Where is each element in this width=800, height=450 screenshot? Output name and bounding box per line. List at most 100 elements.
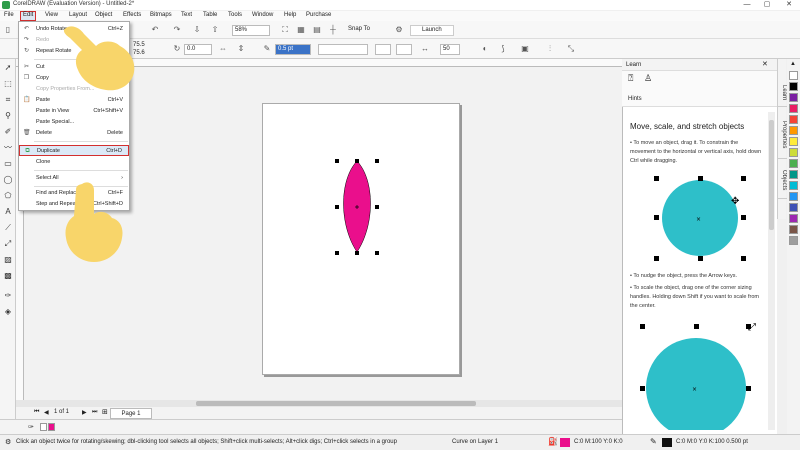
outline-width-field[interactable]: 0.5 pt	[275, 44, 311, 55]
mirror-vertical-icon[interactable]: ⇕	[236, 44, 246, 54]
menu-item-paste-in-view[interactable]: Paste in View Ctrl+Shift+V	[19, 106, 129, 117]
new-document-icon[interactable]: ▯	[3, 25, 13, 35]
menu-effects[interactable]: Effects	[123, 12, 141, 18]
palette-swatch[interactable]	[789, 115, 798, 124]
menu-file[interactable]: File	[4, 12, 14, 18]
start-arrow-select[interactable]	[375, 44, 391, 55]
snap-to-dropdown[interactable]: Snap To	[346, 25, 384, 36]
menu-item-delete[interactable]: 🗑 Delete Delete	[19, 128, 129, 139]
parallel-dimension-icon[interactable]: ⟋	[3, 223, 13, 233]
palette-arrow-up-icon[interactable]: ▲	[790, 61, 796, 67]
next-page-icon[interactable]: ▶	[82, 409, 87, 416]
eyedropper-icon[interactable]: ✑	[3, 291, 13, 301]
settings-gear-icon[interactable]: ⚙	[394, 25, 404, 35]
convert-to-curves-icon[interactable]: ⟆	[498, 44, 508, 54]
zoom-level-select[interactable]: 58%	[232, 25, 270, 36]
palette-swatch[interactable]	[789, 104, 798, 113]
menu-purchase[interactable]: Purchase	[306, 12, 331, 18]
palette-swatch[interactable]	[789, 82, 798, 91]
magenta-swatch[interactable]	[48, 423, 55, 431]
full-screen-icon[interactable]: ⛶	[280, 25, 290, 35]
to-front-icon[interactable]: ▣	[520, 44, 530, 54]
guidelines-icon[interactable]: ┼	[328, 25, 338, 35]
mirror-horizontal-icon[interactable]: ⇔	[218, 44, 228, 54]
menu-text[interactable]: Text	[181, 12, 192, 18]
menu-tools[interactable]: Tools	[228, 12, 242, 18]
export-icon[interactable]: ⇧	[210, 25, 220, 35]
prev-page-icon[interactable]: ◀	[44, 409, 49, 416]
drop-shadow-icon[interactable]: ▨	[3, 255, 13, 265]
close-docker-icon[interactable]: ✕	[762, 60, 768, 68]
menu-item-paste-special[interactable]: Paste Special...	[19, 117, 129, 128]
menu-edit[interactable]: Edit	[20, 11, 37, 21]
tab-learn[interactable]: Learn	[778, 79, 787, 107]
palette-swatch[interactable]	[789, 137, 798, 146]
palette-swatch[interactable]	[789, 203, 798, 212]
learn-person-icon[interactable]: ♙	[644, 73, 652, 84]
shape-tool-icon[interactable]: ⬚	[3, 79, 13, 89]
eyedropper-icon[interactable]: ✑	[28, 423, 34, 431]
interactive-fill-icon[interactable]: ◈	[3, 307, 13, 317]
zoom-tool-icon[interactable]: ⚲	[3, 111, 13, 121]
artistic-media-icon[interactable]: 〰	[3, 143, 13, 153]
palette-swatch[interactable]	[789, 71, 798, 80]
close-button[interactable]: ✕	[782, 0, 796, 10]
menu-layout[interactable]: Layout	[69, 12, 87, 18]
palette-swatch[interactable]	[789, 126, 798, 135]
selected-petal-shape[interactable]	[335, 155, 379, 260]
line-style-select[interactable]	[318, 44, 368, 55]
fill-color-swatch[interactable]	[560, 438, 570, 447]
first-page-icon[interactable]: ⏮	[34, 409, 39, 416]
grid-icon[interactable]: ▤	[312, 25, 322, 35]
docker-scrollbar[interactable]	[768, 112, 775, 430]
last-page-icon[interactable]: ⏭	[92, 409, 97, 416]
launch-dropdown[interactable]: Launch	[410, 25, 454, 36]
shape-tool-icon[interactable]: ◐	[480, 44, 490, 54]
page-tab[interactable]: Page 1	[110, 408, 152, 419]
horizontal-scrollbar[interactable]	[16, 400, 622, 407]
maximize-button[interactable]: ▢	[760, 0, 774, 10]
menu-object[interactable]: Object	[95, 12, 112, 18]
value-50-field[interactable]: 50	[440, 44, 460, 55]
menu-bitmaps[interactable]: Bitmaps	[150, 12, 172, 18]
no-color-swatch[interactable]	[40, 423, 47, 431]
tab-objects[interactable]: Objects	[778, 163, 787, 199]
add-page-icon[interactable]: ⊞	[102, 408, 108, 416]
palette-swatch[interactable]	[789, 148, 798, 157]
menu-item-duplicate[interactable]: ⧉ Duplicate Ctrl+D	[19, 145, 129, 156]
docker-scroll-thumb[interactable]	[769, 120, 774, 230]
text-tool-icon[interactable]: A	[3, 207, 13, 217]
palette-swatch[interactable]	[789, 159, 798, 168]
polygon-tool-icon[interactable]: ⬠	[3, 191, 13, 201]
redo-icon[interactable]: ↷	[172, 25, 182, 35]
wrap-text-icon[interactable]: ↔	[420, 44, 430, 54]
tab-properties[interactable]: Properties	[778, 111, 787, 159]
menu-item-paste[interactable]: 📋 Paste Ctrl+V	[19, 95, 129, 106]
scroll-thumb[interactable]	[196, 401, 476, 406]
outline-color-swatch[interactable]	[662, 438, 672, 447]
rectangle-tool-icon[interactable]: ▭	[3, 159, 13, 169]
connector-tool-icon[interactable]: ⤢	[3, 239, 13, 249]
undo-icon[interactable]: ↶	[150, 25, 160, 35]
menu-table[interactable]: Table	[203, 12, 217, 18]
palette-swatch[interactable]	[789, 170, 798, 179]
minimize-button[interactable]: —	[740, 0, 754, 10]
align-distribute-icon[interactable]: ⫶	[545, 44, 555, 54]
palette-swatch[interactable]	[789, 93, 798, 102]
menu-help[interactable]: Help	[284, 12, 296, 18]
palette-swatch[interactable]	[789, 236, 798, 245]
freehand-tool-icon[interactable]: ✐	[3, 127, 13, 137]
menu-item-clone[interactable]: Clone	[19, 157, 129, 168]
rulers-icon[interactable]: ▦	[296, 25, 306, 35]
pick-tool-icon[interactable]: ➚	[3, 63, 13, 73]
menu-window[interactable]: Window	[252, 12, 273, 18]
transform-icon[interactable]: ⤡	[566, 44, 576, 54]
palette-swatch[interactable]	[789, 181, 798, 190]
ellipse-tool-icon[interactable]: ◯	[3, 175, 13, 185]
transparency-icon[interactable]: ▩	[3, 271, 13, 281]
hints-icon[interactable]: ⍰	[628, 73, 633, 84]
crop-tool-icon[interactable]: ⌗	[3, 95, 13, 105]
end-arrow-select[interactable]	[396, 44, 412, 55]
import-icon[interactable]: ⇩	[192, 25, 202, 35]
menu-view[interactable]: View	[45, 12, 58, 18]
